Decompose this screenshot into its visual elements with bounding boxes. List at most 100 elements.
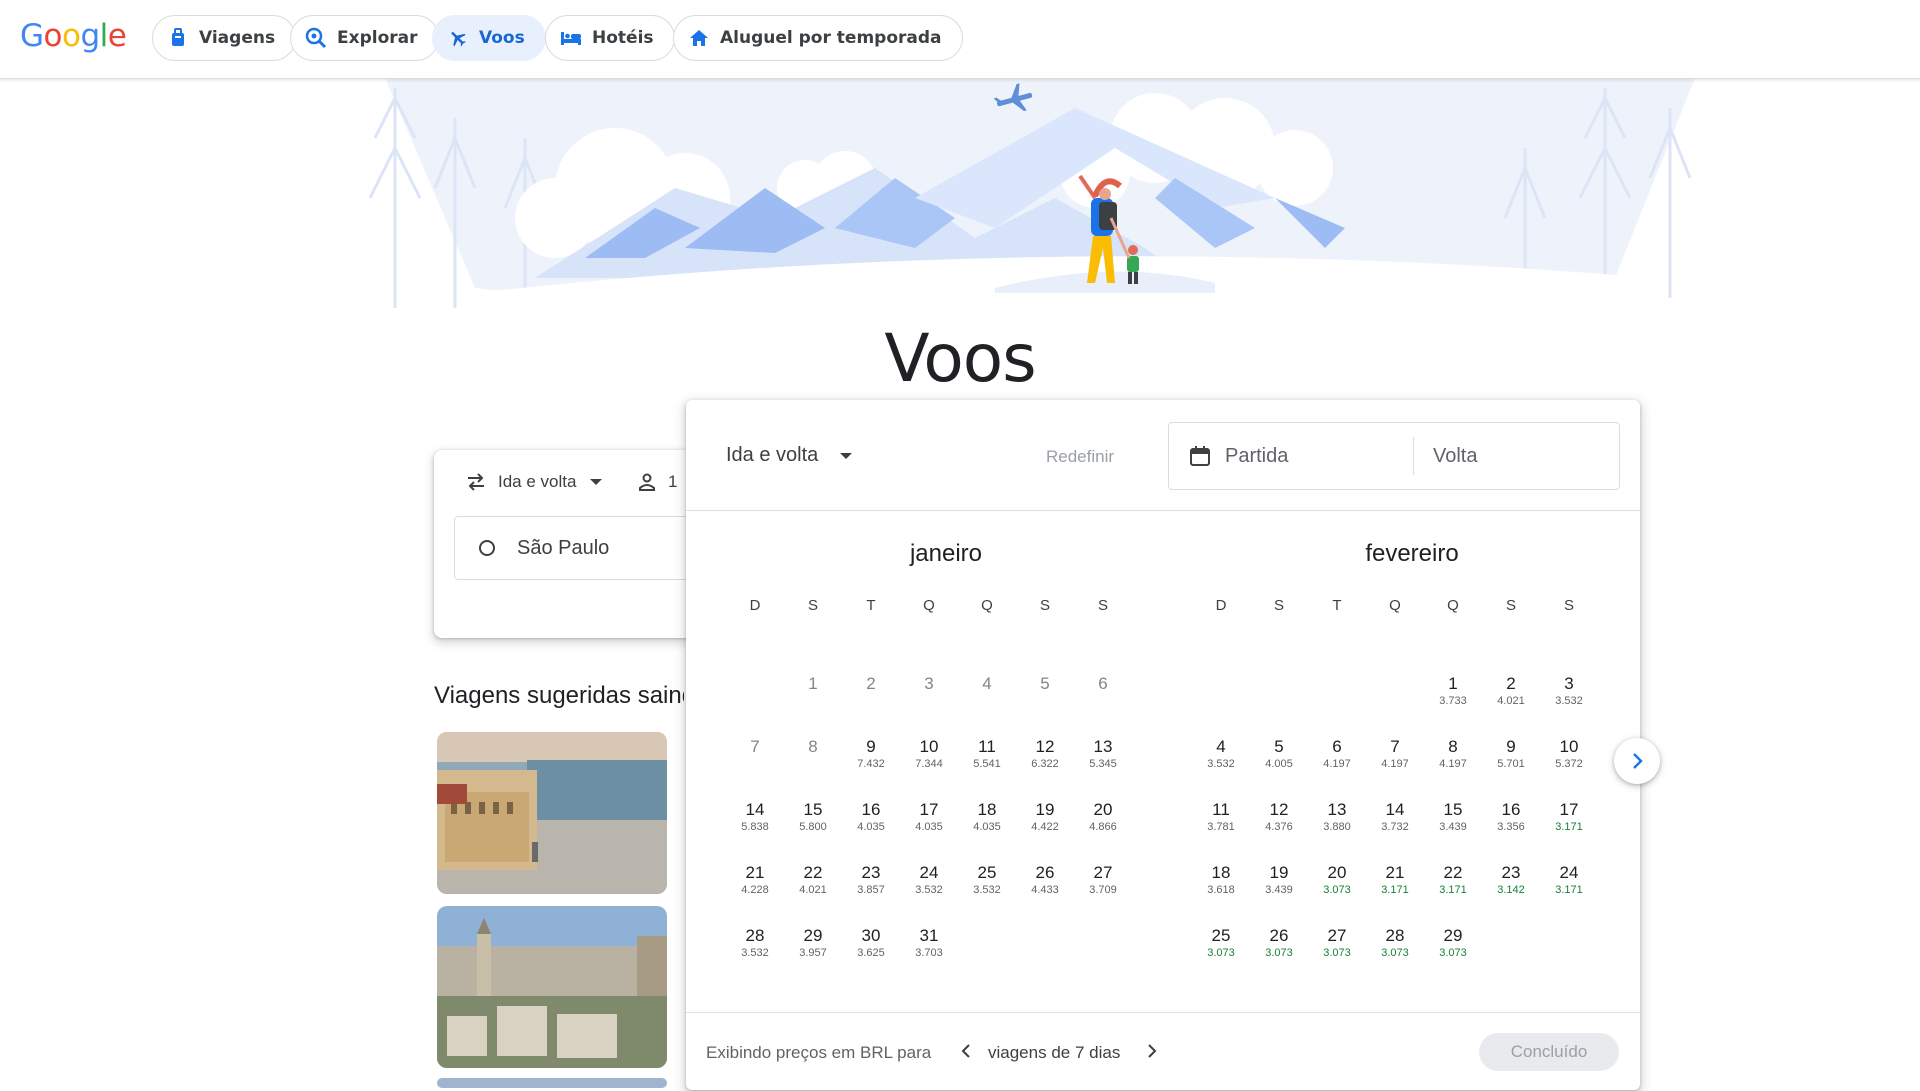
nav-vacation-rentals-label: Aluguel por temporada (720, 28, 942, 48)
day-number: 25 (1211, 926, 1231, 945)
weekday-header: S (1273, 597, 1284, 614)
calendar-day[interactable]: 17 3.171 (1540, 787, 1598, 850)
suggested-trip-image-london[interactable] (437, 906, 667, 1068)
calendar-day[interactable]: 7 4.197 (1366, 724, 1424, 787)
nav-explore[interactable]: Explorar (290, 15, 439, 61)
weekday-header: Q (981, 597, 993, 614)
calendar-day[interactable]: 21 4.228 (726, 850, 784, 913)
calendar-day[interactable]: 12 6.322 (1016, 724, 1074, 787)
calendar-day[interactable]: 19 4.422 (1016, 787, 1074, 850)
calendar-day[interactable]: 14 5.838 (726, 787, 784, 850)
weekday-header: Q (1447, 597, 1459, 614)
day-number: 23 (1501, 863, 1521, 882)
next-month-button[interactable] (1614, 738, 1660, 784)
trip-type-select[interactable]: Ida e volta (466, 472, 603, 492)
calendar-day[interactable]: 25 3.532 (958, 850, 1016, 913)
calendar-day[interactable]: 20 4.866 (1074, 787, 1132, 850)
suggested-trip-image-lisbon[interactable] (437, 732, 667, 894)
day-number: 5 (1040, 674, 1050, 693)
nav-flights[interactable]: Voos (432, 15, 546, 61)
picker-trip-type-select[interactable]: Ida e volta (726, 444, 853, 467)
trip-type-label: Ida e volta (498, 472, 577, 491)
logo-letter: g (80, 18, 100, 54)
calendar-day[interactable]: 9 5.701 (1482, 724, 1540, 787)
calendar-day[interactable]: 17 4.035 (900, 787, 958, 850)
google-logo[interactable]: Google (20, 18, 127, 54)
calendar-day[interactable]: 22 4.021 (784, 850, 842, 913)
calendar-day[interactable]: 4 3.532 (1192, 724, 1250, 787)
day-price: 3.073 (1323, 884, 1351, 896)
passengers-select[interactable]: 1 (638, 472, 677, 492)
calendar-day[interactable]: 28 3.073 (1366, 913, 1424, 976)
day-number: 19 (1269, 863, 1289, 882)
departure-date-input[interactable]: Partida (1189, 423, 1288, 489)
calendar-day[interactable]: 18 3.618 (1192, 850, 1250, 913)
day-price: 3.532 (1555, 695, 1583, 707)
calendar-day[interactable]: 23 3.142 (1482, 850, 1540, 913)
calendar-day[interactable]: 2 4.021 (1482, 661, 1540, 724)
calendar-day[interactable]: 11 5.541 (958, 724, 1016, 787)
nav-vacation-rentals[interactable]: Aluguel por temporada (673, 15, 963, 61)
day-number: 20 (1327, 863, 1347, 882)
calendar-day[interactable]: 26 4.433 (1016, 850, 1074, 913)
calendar-day[interactable]: 29 3.957 (784, 913, 842, 976)
reset-button[interactable]: Redefinir (1046, 447, 1114, 467)
day-number: 28 (1385, 926, 1405, 945)
explore-search-icon (305, 27, 327, 49)
calendar-day[interactable]: 15 5.800 (784, 787, 842, 850)
calendar-day[interactable]: 27 3.073 (1308, 913, 1366, 976)
calendar-day[interactable]: 28 3.532 (726, 913, 784, 976)
day-price: 3.709 (1089, 884, 1117, 896)
calendar-day[interactable]: 13 3.880 (1308, 787, 1366, 850)
calendar-day[interactable]: 11 3.781 (1192, 787, 1250, 850)
calendar-grid: D S T Q Q S S 1 3.733 2 4.021 3 3.532 4 3.532 5 4.005 6 4.… (1192, 598, 1632, 976)
weekday-header: T (1332, 597, 1342, 614)
calendar-day[interactable]: 9 7.432 (842, 724, 900, 787)
nav-travel[interactable]: Viagens (152, 15, 297, 61)
calendar-day[interactable]: 3 3.532 (1540, 661, 1598, 724)
calendar-day[interactable]: 16 3.356 (1482, 787, 1540, 850)
weekday-header: T (866, 597, 876, 614)
trip-length-decrease-button[interactable] (956, 1041, 976, 1061)
calendar-day[interactable]: 30 3.625 (842, 913, 900, 976)
calendar-day[interactable]: 6 4.197 (1308, 724, 1366, 787)
calendar-day[interactable]: 1 3.733 (1424, 661, 1482, 724)
calendar-day[interactable]: 14 3.732 (1366, 787, 1424, 850)
day-number: 16 (861, 800, 881, 819)
calendar-day[interactable]: 24 3.532 (900, 850, 958, 913)
weekday-header: Q (1389, 597, 1401, 614)
calendar-day[interactable]: 19 3.439 (1250, 850, 1308, 913)
logo-letter: e (107, 18, 127, 54)
calendar-day[interactable]: 5 4.005 (1250, 724, 1308, 787)
trip-length-increase-button[interactable] (1142, 1041, 1162, 1061)
day-number: 13 (1327, 800, 1347, 819)
trip-length-label: viagens de 7 dias (988, 1043, 1121, 1062)
swap-arrows-icon (466, 473, 486, 491)
calendar-day[interactable]: 31 3.703 (900, 913, 958, 976)
calendar-day[interactable]: 15 3.439 (1424, 787, 1482, 850)
calendar-day[interactable]: 25 3.073 (1192, 913, 1250, 976)
calendar-day[interactable]: 8 4.197 (1424, 724, 1482, 787)
done-button[interactable]: Concluído (1479, 1033, 1619, 1071)
return-date-input[interactable]: Volta (1433, 423, 1477, 489)
nav-hotels[interactable]: Hotéis (545, 15, 675, 61)
calendar-day[interactable]: 12 4.376 (1250, 787, 1308, 850)
calendar-day[interactable]: 29 3.073 (1424, 913, 1482, 976)
calendar-day[interactable]: 10 5.372 (1540, 724, 1598, 787)
calendar-day[interactable]: 22 3.171 (1424, 850, 1482, 913)
day-number: 1 (808, 674, 818, 693)
day-number: 16 (1501, 800, 1521, 819)
calendar-day[interactable]: 20 3.073 (1308, 850, 1366, 913)
calendar-day[interactable]: 27 3.709 (1074, 850, 1132, 913)
calendar-day[interactable]: 23 3.857 (842, 850, 900, 913)
calendar-day[interactable]: 24 3.171 (1540, 850, 1598, 913)
day-number: 4 (1216, 737, 1226, 756)
calendar-day[interactable]: 26 3.073 (1250, 913, 1308, 976)
calendar-day[interactable]: 13 5.345 (1074, 724, 1132, 787)
calendar-day[interactable]: 16 4.035 (842, 787, 900, 850)
calendar-day[interactable]: 10 7.344 (900, 724, 958, 787)
calendar-grid: D S T Q Q S S 1 2 3 4 5 6 7 8 9 7.432 10 7.344 11 5.541 12 6.3… (726, 598, 1166, 976)
calendar-day[interactable]: 21 3.171 (1366, 850, 1424, 913)
day-number: 29 (1443, 926, 1463, 945)
calendar-day[interactable]: 18 4.035 (958, 787, 1016, 850)
